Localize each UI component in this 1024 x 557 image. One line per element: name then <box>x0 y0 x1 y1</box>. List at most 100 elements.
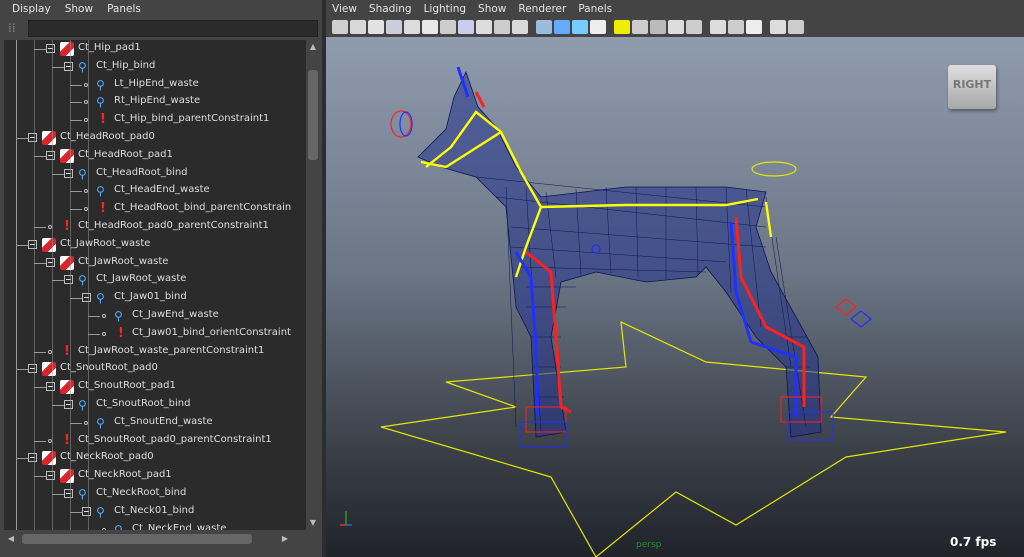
collapse-toggle-icon[interactable] <box>46 471 55 481</box>
outliner-row[interactable]: Ct_Hip_pad1 <box>4 40 306 58</box>
multisample-icon[interactable] <box>686 20 702 34</box>
outliner-row[interactable]: Ct_JawRoot_waste <box>4 236 306 254</box>
outliner-row[interactable]: ⚲ Ct_Hip_bind <box>4 58 306 76</box>
menu-shading[interactable]: Shading <box>369 3 412 15</box>
outliner-search-input[interactable] <box>28 20 318 37</box>
scroll-left-arrow-icon[interactable]: ◀ <box>4 532 18 546</box>
menu-lighting[interactable]: Lighting <box>424 3 466 15</box>
isolate-select-icon[interactable] <box>746 20 762 34</box>
tree-connector <box>34 262 46 264</box>
menu-panels[interactable]: Panels <box>107 3 141 15</box>
collapse-toggle-icon[interactable] <box>82 506 91 516</box>
outliner-row[interactable]: ⚲ Ct_Jaw01_bind <box>4 289 306 307</box>
grid-icon[interactable] <box>404 20 420 34</box>
scroll-thumb[interactable] <box>308 70 318 160</box>
collapse-toggle-icon[interactable] <box>46 382 55 392</box>
menu-panels[interactable]: Panels <box>578 3 612 15</box>
wireframe-icon[interactable] <box>536 20 552 34</box>
menu-show[interactable]: Show <box>478 3 506 15</box>
outliner-row[interactable]: Ct_HeadRoot_pad1 <box>4 147 306 165</box>
tree-guide-line <box>34 40 35 530</box>
outliner-horizontal-scrollbar[interactable]: ◀ ▶ <box>4 532 306 546</box>
outliner-row[interactable]: ⚲ Rt_HipEnd_waste <box>4 93 306 111</box>
outliner-row[interactable]: ⚲ Ct_HeadRoot_bind <box>4 165 306 183</box>
outliner-row[interactable]: ⚲ Lt_HipEnd_waste <box>4 76 306 94</box>
bookmark-icon[interactable] <box>368 20 384 34</box>
outliner-row[interactable]: ! Ct_Hip_bind_parentConstraint1 <box>4 111 306 129</box>
xray-icon[interactable] <box>710 20 726 34</box>
collapse-toggle-icon[interactable] <box>46 150 55 160</box>
outliner-item-label: Ct_NeckRoot_pad1 <box>78 469 172 481</box>
xray-joints-icon[interactable] <box>728 20 744 34</box>
scene-canvas[interactable] <box>326 37 1024 557</box>
outliner-row[interactable]: Ct_JawRoot_waste <box>4 254 306 272</box>
tree-connector <box>16 138 28 139</box>
menu-show[interactable]: Show <box>65 3 93 15</box>
tree-connector <box>52 173 64 175</box>
outliner-row[interactable]: ⚲ Ct_SnoutRoot_bind <box>4 396 306 414</box>
gate-mask-icon[interactable] <box>458 20 474 34</box>
outliner-row[interactable]: Ct_SnoutRoot_pad1 <box>4 378 306 396</box>
resolution-gate-icon[interactable] <box>440 20 456 34</box>
collapse-toggle-icon[interactable] <box>46 257 55 267</box>
outliner-vertical-scrollbar[interactable]: ▲ ▼ <box>306 40 320 530</box>
screen-space-ao-icon[interactable] <box>650 20 666 34</box>
transform-group-icon <box>60 148 74 163</box>
outliner-row[interactable]: ! Ct_SnoutRoot_pad0_parentConstraint1 <box>4 432 306 450</box>
collapse-toggle-icon[interactable] <box>46 44 55 53</box>
default-material-icon[interactable] <box>572 20 588 34</box>
image-plane-icon[interactable] <box>386 20 402 34</box>
outliner-row[interactable]: ⚲ Ct_Neck01_bind <box>4 503 306 521</box>
viewport-panel: View Shading Lighting Show Renderer Pane… <box>326 0 1024 557</box>
outliner-row[interactable]: ⚲ Ct_NeckRoot_bind <box>4 485 306 503</box>
outliner-row[interactable]: ⚲ Ct_JawEnd_waste <box>4 307 306 325</box>
collapse-toggle-icon[interactable] <box>64 61 73 71</box>
scroll-right-arrow-icon[interactable]: ▶ <box>278 532 292 546</box>
collapse-toggle-icon[interactable] <box>82 293 91 303</box>
menu-view[interactable]: View <box>332 3 357 15</box>
menu-display[interactable]: Display <box>12 3 51 15</box>
textured-icon[interactable] <box>590 20 606 34</box>
collapse-toggle-icon[interactable] <box>28 364 37 374</box>
safe-title-icon[interactable] <box>512 20 528 34</box>
view-cube[interactable]: RIGHT <box>948 65 996 109</box>
resolution-icon[interactable] <box>770 20 786 34</box>
attributes-icon[interactable] <box>350 20 366 34</box>
outliner-row[interactable]: ! Ct_HeadRoot_bind_parentConstrain <box>4 200 306 218</box>
outliner-row[interactable]: Ct_HeadRoot_pad0 <box>4 129 306 147</box>
outliner-row[interactable]: ⚲ Ct_SnoutEnd_waste <box>4 414 306 432</box>
outliner-row[interactable]: ⚲ Ct_HeadEnd_waste <box>4 182 306 200</box>
camera-icon[interactable] <box>332 20 348 34</box>
smooth-shade-icon[interactable] <box>554 20 570 34</box>
collapse-toggle-icon[interactable] <box>28 239 37 249</box>
film-gate-icon[interactable] <box>422 20 438 34</box>
outliner-row[interactable]: ! Ct_HeadRoot_pad0_parentConstraint1 <box>4 218 306 236</box>
3d-viewport[interactable]: RIGHT persp 0.7 fps <box>326 37 1024 557</box>
transform-group-icon <box>42 362 56 377</box>
safe-action-icon[interactable] <box>494 20 510 34</box>
outliner-row[interactable]: Ct_SnoutRoot_pad0 <box>4 360 306 378</box>
shadows-icon[interactable] <box>632 20 648 34</box>
outliner-row[interactable]: ! Ct_Jaw01_bind_orientConstraint <box>4 325 306 343</box>
outliner-row[interactable]: Ct_NeckRoot_pad1 <box>4 467 306 485</box>
viewport-menu-bar: View Shading Lighting Show Renderer Pane… <box>326 0 1024 18</box>
outliner-row[interactable]: ⚲ Ct_JawRoot_waste <box>4 271 306 289</box>
scroll-down-arrow-icon[interactable]: ▼ <box>306 516 320 530</box>
outliner-row[interactable]: Ct_NeckRoot_pad0 <box>4 449 306 467</box>
share-icon[interactable] <box>788 20 804 34</box>
scroll-thumb[interactable] <box>22 534 252 544</box>
collapse-toggle-icon[interactable] <box>64 275 73 285</box>
collapse-toggle-icon[interactable] <box>64 489 73 498</box>
drag-handle-icon[interactable]: ⁞⁞ <box>8 21 21 36</box>
scroll-up-arrow-icon[interactable]: ▲ <box>306 40 320 54</box>
lights-icon[interactable] <box>614 20 630 34</box>
collapse-toggle-icon[interactable] <box>28 453 37 463</box>
collapse-toggle-icon[interactable] <box>64 400 73 409</box>
outliner-row[interactable]: ! Ct_JawRoot_waste_parentConstraint1 <box>4 343 306 361</box>
field-chart-icon[interactable] <box>476 20 492 34</box>
motion-blur-icon[interactable] <box>668 20 684 34</box>
outliner-row[interactable]: ⚲ Ct_NeckEnd_waste <box>4 521 306 530</box>
collapse-toggle-icon[interactable] <box>28 133 37 142</box>
collapse-toggle-icon[interactable] <box>64 168 73 178</box>
menu-renderer[interactable]: Renderer <box>518 3 566 15</box>
